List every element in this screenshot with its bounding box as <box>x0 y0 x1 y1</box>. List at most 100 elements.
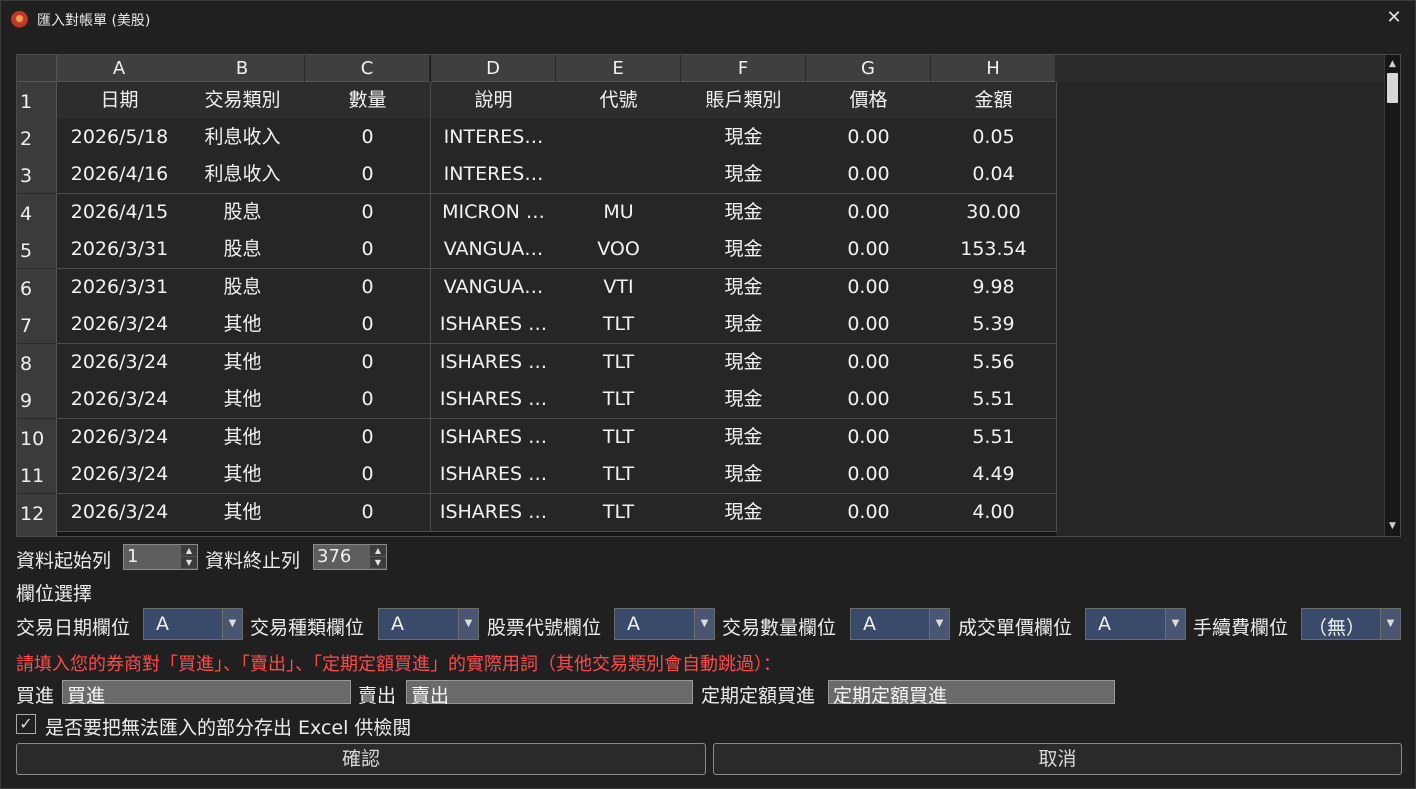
table-cell[interactable]: 0 <box>305 419 431 457</box>
sell-term-value[interactable]: 賣出 <box>411 681 449 708</box>
table-cell[interactable]: 0.00 <box>806 381 932 419</box>
row-header[interactable]: 1 <box>17 82 57 120</box>
table-cell[interactable]: 4.49 <box>931 456 1057 494</box>
row-header[interactable]: 8 <box>17 344 57 382</box>
table-cell[interactable]: 0.00 <box>806 156 932 194</box>
table-cell[interactable]: 0.05 <box>931 119 1057 157</box>
cancel-button[interactable]: 取消 <box>713 743 1402 775</box>
header-cell[interactable]: 日期 <box>57 82 183 120</box>
table-cell[interactable]: TLT <box>556 456 682 494</box>
table-cell[interactable]: 5.51 <box>931 381 1057 419</box>
column-header-f[interactable]: F <box>681 55 806 82</box>
table-cell[interactable]: ISHARES … <box>431 306 557 344</box>
table-cell[interactable]: 現金 <box>681 156 807 194</box>
table-cell[interactable]: ISHARES … <box>431 419 557 457</box>
table-cell[interactable]: VOO <box>556 231 682 269</box>
table-cell[interactable]: 其他 <box>180 306 306 344</box>
table-cell[interactable]: ISHARES … <box>431 344 557 382</box>
table-cell[interactable]: 0.00 <box>806 419 932 457</box>
table-cell[interactable]: 現金 <box>681 269 807 307</box>
table-cell[interactable] <box>556 119 682 157</box>
table-cell[interactable]: 9.98 <box>931 269 1057 307</box>
header-cell[interactable]: 賬戶類別 <box>681 82 807 120</box>
increment-icon[interactable]: ▲ <box>181 545 197 557</box>
chevron-down-icon[interactable]: ▼ <box>1380 609 1400 639</box>
table-cell[interactable]: 2026/3/24 <box>57 306 183 344</box>
export-excel-checkbox[interactable]: ✓ <box>16 714 36 734</box>
chevron-down-icon[interactable]: ▼ <box>1165 609 1185 639</box>
table-cell[interactable]: ISHARES … <box>431 494 557 532</box>
table-cell[interactable]: 2026/4/16 <box>57 156 183 194</box>
symbol-column-select[interactable]: A ▼ <box>614 608 715 640</box>
column-header-c[interactable]: C <box>305 55 430 82</box>
fee-column-select[interactable]: （無） ▼ <box>1301 608 1401 640</box>
row-header[interactable]: 6 <box>17 269 57 307</box>
table-cell[interactable]: 2026/3/24 <box>57 344 183 382</box>
sell-term-input[interactable]: 賣出 <box>406 680 693 707</box>
decrement-icon[interactable]: ▼ <box>181 557 197 569</box>
row-header[interactable]: 12 <box>17 494 57 532</box>
table-cell[interactable]: 4.00 <box>931 494 1057 532</box>
row-header[interactable]: 10 <box>17 419 57 457</box>
column-header-a[interactable]: A <box>57 55 182 82</box>
end-row-spinner[interactable]: 376 ▲ ▼ <box>313 544 387 570</box>
row-header[interactable]: 7 <box>17 306 57 344</box>
scroll-thumb[interactable] <box>1387 73 1398 103</box>
table-cell[interactable]: 0 <box>305 381 431 419</box>
header-cell[interactable]: 金額 <box>931 82 1057 120</box>
table-cell[interactable]: 股息 <box>180 269 306 307</box>
header-cell[interactable]: 代號 <box>556 82 682 120</box>
table-cell[interactable]: 現金 <box>681 344 807 382</box>
increment-icon[interactable]: ▲ <box>370 545 386 557</box>
table-cell[interactable]: 2026/3/31 <box>57 269 183 307</box>
table-cell[interactable]: VANGUA… <box>431 231 557 269</box>
start-row-value[interactable]: 1 <box>127 546 138 567</box>
table-cell[interactable]: 現金 <box>681 119 807 157</box>
chevron-down-icon[interactable]: ▼ <box>694 609 714 639</box>
table-cell[interactable]: 5.39 <box>931 306 1057 344</box>
column-header-d[interactable]: D <box>431 55 556 82</box>
table-cell[interactable]: 2026/3/24 <box>57 456 183 494</box>
table-cell[interactable]: 0 <box>305 269 431 307</box>
header-cell[interactable]: 數量 <box>305 82 431 120</box>
dca-term-input[interactable]: 定期定額買進 <box>828 680 1115 707</box>
table-cell[interactable]: 其他 <box>180 419 306 457</box>
close-button[interactable]: ✕ <box>1381 5 1407 31</box>
table-cell[interactable]: 0 <box>305 156 431 194</box>
buy-term-value[interactable]: 買進 <box>67 681 105 708</box>
quantity-column-select[interactable]: A ▼ <box>850 608 950 640</box>
table-cell[interactable]: VANGUA… <box>431 269 557 307</box>
row-header[interactable]: 5 <box>17 231 57 269</box>
confirm-button[interactable]: 確認 <box>16 743 706 775</box>
table-cell[interactable]: 2026/3/24 <box>57 419 183 457</box>
table-cell[interactable]: 5.51 <box>931 419 1057 457</box>
table-cell[interactable]: 0.00 <box>806 306 932 344</box>
table-cell[interactable]: 現金 <box>681 381 807 419</box>
table-cell[interactable]: 0 <box>305 119 431 157</box>
table-cell[interactable]: 現金 <box>681 306 807 344</box>
table-cell[interactable]: 0.00 <box>806 119 932 157</box>
table-cell[interactable]: ISHARES … <box>431 381 557 419</box>
column-header-b[interactable]: B <box>180 55 305 82</box>
chevron-down-icon[interactable]: ▼ <box>222 609 242 639</box>
table-cell[interactable]: 0 <box>305 456 431 494</box>
table-cell[interactable]: 其他 <box>180 381 306 419</box>
header-cell[interactable]: 交易類別 <box>180 82 306 120</box>
table-cell[interactable]: 30.00 <box>931 194 1057 232</box>
table-cell[interactable]: 0 <box>305 494 431 532</box>
grid-vertical-scrollbar[interactable]: ▲ ▼ <box>1384 55 1400 536</box>
chevron-down-icon[interactable]: ▼ <box>929 609 949 639</box>
table-cell[interactable]: ISHARES … <box>431 456 557 494</box>
table-cell[interactable]: 0.00 <box>806 231 932 269</box>
table-cell[interactable]: 利息收入 <box>180 156 306 194</box>
row-header[interactable]: 3 <box>17 156 57 194</box>
table-cell[interactable]: 0 <box>305 344 431 382</box>
table-cell[interactable]: TLT <box>556 419 682 457</box>
table-cell[interactable]: 現金 <box>681 419 807 457</box>
table-cell[interactable]: INTERES… <box>431 156 557 194</box>
table-cell[interactable]: 0 <box>305 306 431 344</box>
type-column-select[interactable]: A ▼ <box>378 608 479 640</box>
table-cell[interactable]: VTI <box>556 269 682 307</box>
row-header[interactable]: 9 <box>17 381 57 419</box>
chevron-down-icon[interactable]: ▼ <box>458 609 478 639</box>
